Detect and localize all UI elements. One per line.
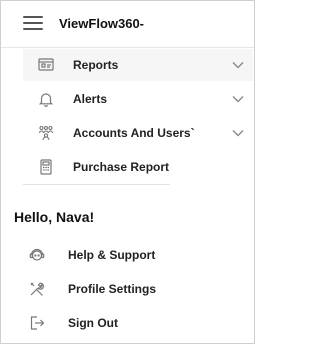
user-greeting: Hello, Nava!: [14, 209, 95, 225]
calculator-icon: [37, 158, 55, 176]
account-item-label: Help & Support: [68, 248, 156, 262]
menu-item-label: Alerts: [73, 92, 108, 106]
menu-item-accounts-and-users[interactable]: Accounts And Users`: [23, 117, 253, 149]
report-icon: [37, 56, 55, 74]
support-icon: [28, 246, 46, 264]
menu-item-alerts[interactable]: Alerts: [23, 83, 253, 115]
menu-item-label: Purchase Report: [73, 160, 170, 174]
chevron-down-icon[interactable]: [231, 126, 245, 140]
tools-icon: [28, 280, 46, 298]
menu-item-reports[interactable]: Reports: [23, 49, 253, 81]
chevron-down-icon[interactable]: [231, 92, 245, 106]
menu-panel: ViewFlow360- Reports Alerts Accounts And…: [0, 0, 255, 344]
menu-item-purchase-report[interactable]: Purchase Report: [23, 151, 253, 183]
account-item-label: Sign Out: [68, 316, 118, 330]
divider: [23, 184, 170, 185]
menu-item-label: Accounts And Users`: [73, 126, 195, 140]
sign-out-link[interactable]: Sign Out: [23, 308, 223, 338]
sign-out-icon: [28, 314, 46, 332]
help-support-link[interactable]: Help & Support: [23, 240, 223, 270]
chevron-down-icon[interactable]: [231, 58, 245, 72]
profile-settings-link[interactable]: Profile Settings: [23, 274, 223, 304]
hamburger-menu-icon[interactable]: [23, 16, 43, 31]
menu-item-label: Reports: [73, 58, 119, 72]
header: ViewFlow360-: [1, 1, 254, 48]
account-item-label: Profile Settings: [68, 282, 157, 296]
users-icon: [37, 124, 55, 142]
bell-icon: [37, 90, 55, 108]
app-title: ViewFlow360-: [59, 16, 145, 31]
